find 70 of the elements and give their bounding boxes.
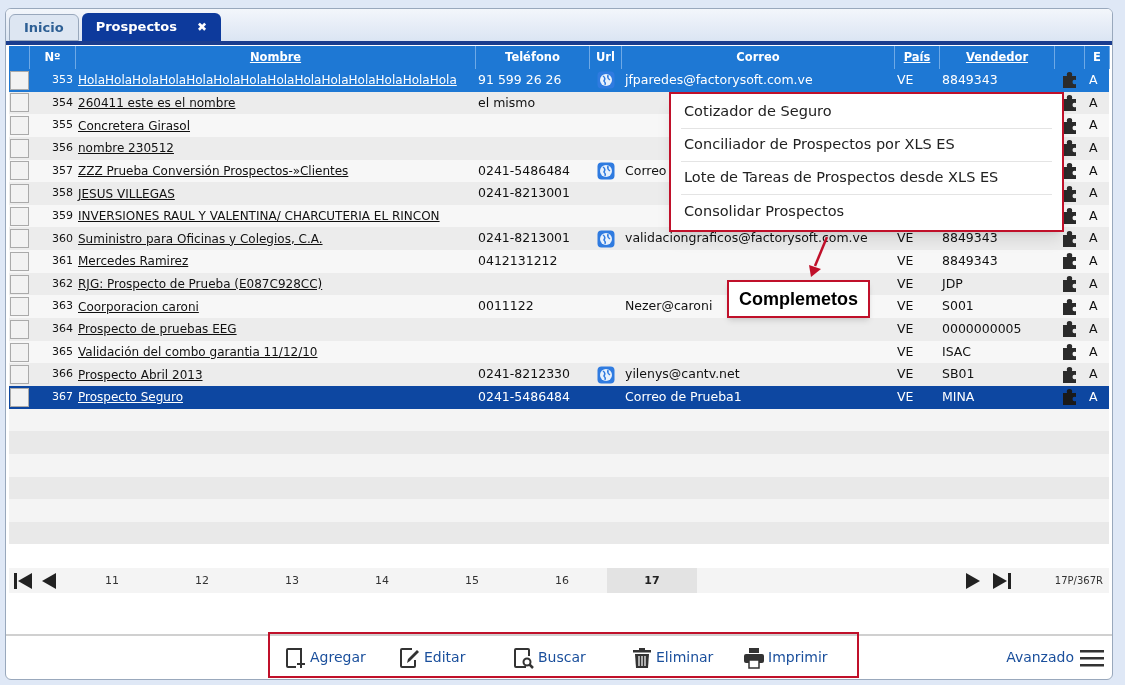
table-cell: 8849343 [942,252,998,271]
table-cell: VE [897,365,914,384]
table-cell: 353 [52,72,73,89]
table-cell: 366 [52,366,73,383]
callout-label: Complemetos [727,280,870,318]
table-cell-text: 362 [52,275,73,292]
table-cell-text: Correo [625,161,667,180]
table-cell: A [1089,184,1098,203]
column-header: Url [596,48,615,66]
table-cell-text: VE [897,297,914,316]
table-cell-text: A [1089,206,1098,225]
table-cell-text: 8849343 [942,70,998,89]
table-cell-text: MINA [942,387,975,406]
table-cell: SB01 [942,365,975,384]
table-cell-text: validaciongraficos@factorysoft.com.ve [625,229,868,248]
table-cell-text: A [1089,229,1098,248]
table-cell-text: el mismo [478,93,536,112]
column-header: Correo [736,48,780,66]
table-cell-text: VE [897,229,914,248]
table-cell: 367 [52,389,73,406]
table-cell-text: A [1089,274,1098,293]
table-cell: 0412131212 [478,252,558,271]
page-summary: 17P/367R [1054,574,1103,589]
column-header: Teléfono [505,48,560,66]
table-cell-text: A [1089,320,1098,338]
table-cell: 361 [52,253,73,270]
table-cell: 364 [52,321,73,338]
table-cell: 0241-8213001 [478,184,570,203]
table-cell-text: 0241-8213001 [478,229,570,248]
table-cell-text: JDP [942,274,963,293]
table-cell: yilenys@cantv.net [625,365,740,384]
table-cell-text: 365 [52,343,73,360]
table-cell-text: 360 [52,230,73,247]
table-cell-text: Nezer@caroni [625,297,713,316]
table-cell-text: 0011122 [478,297,534,316]
table-cell-text: VE [897,70,914,89]
table-cell-text: A [1089,297,1098,316]
table-cell: 363 [52,298,73,315]
table-cell: VE [897,252,914,271]
table-cell-text: ISAC [942,342,971,361]
table-cell-text: jfparedes@factorysoft.com.ve [625,70,813,89]
table-cell: A [1089,252,1098,271]
table-cell-text: 357 [52,162,73,179]
table-cell-text: VE [897,387,914,406]
table-cell-text: VE [897,342,914,361]
table-cell-text: 0000000005 [942,320,1022,338]
table-cell-text: VE [897,320,914,338]
table-cell-text: A [1089,387,1098,406]
table-cell-text: A [1089,70,1098,89]
table-cell-text: 354 [52,94,73,111]
table-cell-text: A [1089,161,1098,180]
table-cell-text: 0241-5486484 [478,161,570,180]
table-cell-text: 91 599 26 26 [478,70,562,89]
table-cell-text: A [1089,138,1098,157]
table-cell: 358 [52,185,73,202]
table-cell: 0241-8212330 [478,365,570,384]
table-cell-text: A [1089,93,1098,112]
table-cell: 355 [52,117,73,134]
table-cell: A [1089,365,1098,384]
table-cell: A [1089,116,1098,135]
table-cell-text: 359 [52,207,73,224]
table-cell-text: S001 [942,297,974,316]
table-cell-text: 8849343 [942,229,998,248]
table-cell-text: 0241-5486484 [478,387,570,406]
column-header: E [1093,48,1101,66]
table-cell-text: A [1089,342,1098,361]
column-header: Nº [44,48,61,66]
table-cell-text: Correo de Prueba1 [625,387,742,406]
table-cell-text: VE [897,274,914,293]
table-cell-text: 356 [52,140,73,156]
